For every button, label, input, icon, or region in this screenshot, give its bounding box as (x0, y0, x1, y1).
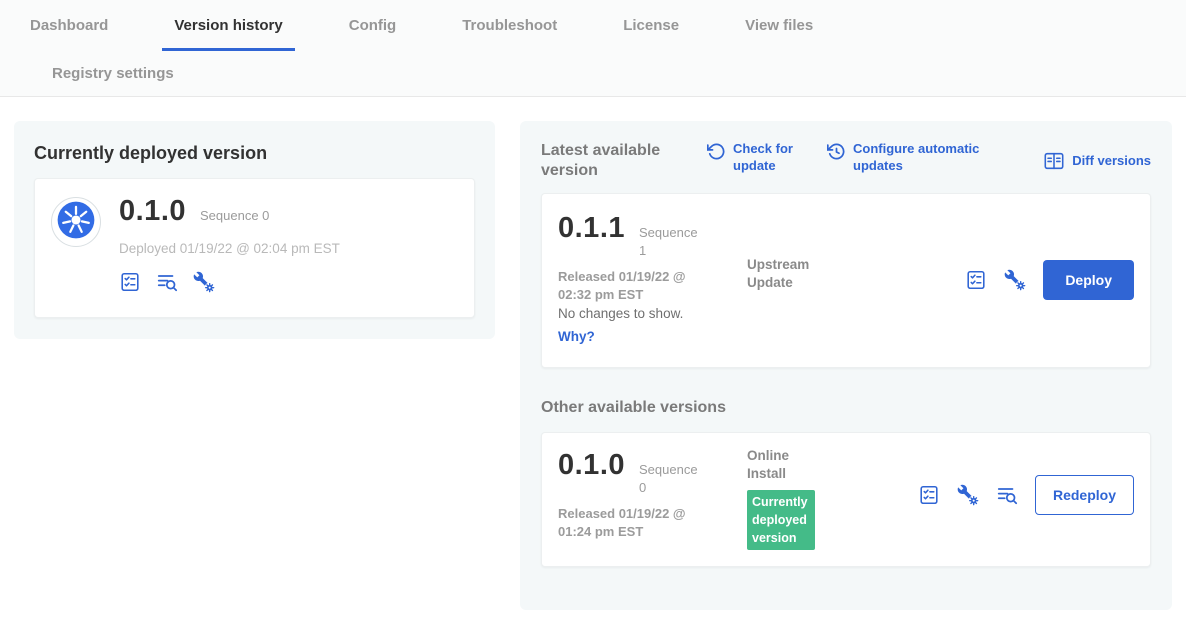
latest-sequence-label: Sequence 1 (639, 224, 701, 259)
kubernetes-icon (55, 199, 97, 246)
config-icon[interactable] (957, 484, 979, 506)
latest-header: Latest available version Check for updat… (541, 141, 1151, 181)
currently-deployed-badge: Currently deployed version (747, 490, 815, 550)
why-link[interactable]: Why? (558, 329, 595, 344)
other-card-actions: Redeploy (918, 475, 1134, 515)
check-for-update-link[interactable]: Check for update (707, 141, 813, 181)
tab-license[interactable]: License (611, 17, 691, 51)
configure-automatic-updates-link[interactable]: Configure automatic updates (827, 141, 1015, 181)
deploy-logs-icon[interactable] (996, 484, 1018, 506)
release-notes-icon[interactable] (965, 269, 987, 291)
check-for-update-icon (707, 142, 726, 161)
latest-available-title: Latest available version (541, 141, 693, 181)
deployed-card-body: 0.1.0 Sequence 0 Deployed 01/19/22 @ 02:… (119, 195, 340, 301)
latest-available-panel: Latest available version Check for updat… (520, 121, 1172, 610)
latest-released-timestamp: Released 01/19/22 @ 02:32 pm EST (558, 268, 716, 304)
diff-versions-label: Diff versions (1072, 153, 1151, 170)
currently-deployed-panel: Currently deployed version (14, 121, 495, 339)
deployed-version-card: 0.1.0 Sequence 0 Deployed 01/19/22 @ 02:… (34, 178, 475, 318)
redeploy-button[interactable]: Redeploy (1035, 475, 1134, 515)
tab-registry-settings[interactable]: Registry settings (40, 65, 186, 82)
nav-row-1: Dashboard Version history Config Trouble… (0, 0, 1186, 51)
other-sequence-label: Sequence 0 (639, 461, 701, 496)
check-for-update-label: Check for update (733, 141, 813, 181)
no-changes-text: No changes to show. (558, 306, 683, 321)
configure-automatic-updates-label: Configure automatic updates (853, 141, 1015, 181)
app-icon-ring (51, 197, 101, 247)
tab-dashboard[interactable]: Dashboard (18, 17, 120, 51)
other-versions-title: Other available versions (541, 398, 1151, 418)
deployed-timestamp: Deployed 01/19/22 @ 02:04 pm EST (119, 241, 340, 256)
diff-versions-icon (1043, 150, 1065, 172)
deployed-sequence-label: Sequence 0 (200, 208, 269, 223)
config-icon[interactable] (1004, 269, 1026, 291)
other-version-card: 0.1.0 Sequence 0 Released 01/19/22 @ 01:… (541, 432, 1151, 567)
latest-version-card: 0.1.1 Sequence 1 Released 01/19/22 @ 02:… (541, 193, 1151, 368)
release-notes-icon[interactable] (119, 271, 141, 293)
tab-version-history[interactable]: Version history (162, 17, 294, 51)
currently-deployed-title: Currently deployed version (34, 143, 475, 164)
deploy-logs-icon[interactable] (156, 271, 178, 293)
tab-view-files[interactable]: View files (733, 17, 825, 51)
other-source-label: Online Install (747, 447, 807, 482)
deployed-version-number: 0.1.0 (119, 195, 186, 228)
diff-versions-link[interactable]: Diff versions (1043, 141, 1151, 181)
other-released-timestamp: Released 01/19/22 @ 01:24 pm EST (558, 505, 716, 541)
tab-config[interactable]: Config (337, 17, 408, 51)
config-icon[interactable] (193, 271, 215, 293)
release-notes-icon[interactable] (918, 484, 940, 506)
latest-source-label: Upstream Update (747, 256, 839, 291)
latest-card-actions: Deploy (965, 260, 1134, 300)
deploy-button[interactable]: Deploy (1043, 260, 1134, 300)
top-navigation: Dashboard Version history Config Trouble… (0, 0, 1186, 97)
latest-version-number: 0.1.1 (558, 212, 625, 245)
auto-update-schedule-icon (827, 142, 846, 161)
tab-troubleshoot[interactable]: Troubleshoot (450, 17, 569, 51)
nav-row-2: Registry settings (0, 51, 1186, 95)
other-version-number: 0.1.0 (558, 449, 625, 482)
